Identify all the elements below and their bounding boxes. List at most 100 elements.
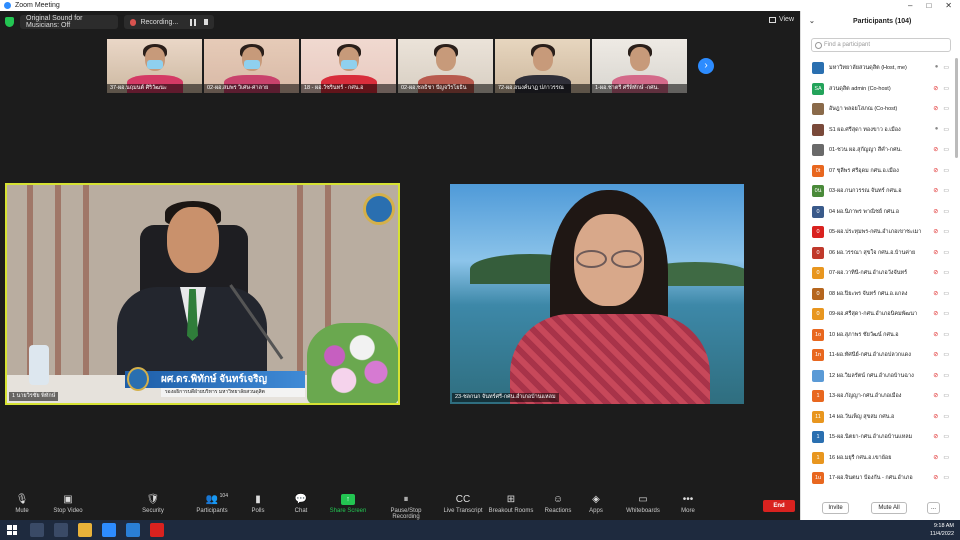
participant-row[interactable]: 1o 10 ผอ.สุภาพร ชัยวัฒน์ กศน.อ ⊘ ▭ <box>801 325 960 346</box>
task-view-icon[interactable] <box>54 523 68 537</box>
participant-row[interactable]: 1n 11-ผอ.ทัศนีย์-กศน.อำเภอปลวกแดง ⊘ ▭ <box>801 345 960 366</box>
invite-button[interactable]: Invite <box>822 502 849 514</box>
windows-start-icon[interactable] <box>7 525 17 535</box>
mic-muted-icon[interactable]: ⊘ <box>933 146 938 153</box>
participant-row[interactable]: 0t 07 ชุลีพร ศรีอุดม กศน.อ.เมือง ⊘ ▭ <box>801 161 960 182</box>
mic-muted-icon[interactable]: ⊘ <box>933 249 938 256</box>
more-button[interactable]: ••• More <box>658 494 718 514</box>
more-options-button[interactable]: ... <box>927 502 940 514</box>
video-icon[interactable]: ▭ <box>943 351 949 358</box>
participant-name: 15-ผอ.นิตยา-กศน.อำเภอบ้านแหลม <box>829 434 913 441</box>
video-icon[interactable]: ▭ <box>943 269 949 276</box>
participant-row[interactable]: 1 15-ผอ.นิตยา-กศน.อำเภอบ้านแหลม ⊘ ▭ <box>801 427 960 448</box>
video-icon[interactable]: ▭ <box>943 146 949 153</box>
maximize-button[interactable]: □ <box>926 1 931 10</box>
video-icon[interactable]: ▭ <box>943 228 949 235</box>
active-speaker-video[interactable]: ผศ.ดร.พิทักษ์ จันทร์เจริญ รองอธิการบดีฝ่… <box>5 183 400 405</box>
mic-muted-icon[interactable]: ⊘ <box>933 228 938 235</box>
video-icon[interactable]: ▭ <box>943 433 949 440</box>
participant-row[interactable]: 0 06 ผอ.วรรณา สุขใจ กศน.อ.บ้านค่าย ⊘ ▭ <box>801 243 960 264</box>
participant-row[interactable]: มหาวิทยาลัยสวนดุสิต (Host, me) ● ▭ <box>801 58 960 79</box>
mic-muted-icon[interactable]: ⊘ <box>933 269 938 276</box>
mic-muted-icon[interactable]: ⊘ <box>933 208 938 215</box>
panel-scrollbar[interactable] <box>955 58 958 158</box>
search-taskbar-icon[interactable] <box>30 523 44 537</box>
pdf-taskbar-icon[interactable] <box>150 523 164 537</box>
video-icon[interactable]: ▭ <box>943 310 949 317</box>
participant-row[interactable]: 01-ชวน ผอ.สุกัญญา สีคำ-กศน. ⊘ ▭ <box>801 140 960 161</box>
video-icon[interactable]: ▭ <box>943 187 949 194</box>
video-icon[interactable]: ▭ <box>943 372 949 379</box>
video-icon[interactable]: ▭ <box>943 454 949 461</box>
participant-search-input[interactable]: Find a participant <box>811 38 951 52</box>
original-sound-toggle[interactable]: Original Sound for Musicians: Off <box>20 15 118 29</box>
mic-muted-icon[interactable]: ⊘ <box>933 474 938 481</box>
participant-row[interactable]: SA สวนดุสิต admin (Co-host) ⊘ ▭ <box>801 79 960 100</box>
video-icon[interactable]: ▭ <box>943 249 949 256</box>
participant-row[interactable]: 12 ผอ.วิมลรัตน์ กศน.อำเภอบ้านฉาง ⊘ ▭ <box>801 366 960 387</box>
minimize-button[interactable]: – <box>908 1 912 10</box>
mic-muted-icon[interactable]: ⊘ <box>933 433 938 440</box>
file-explorer-icon[interactable] <box>78 523 92 537</box>
mute-all-button[interactable]: Mute All <box>871 502 907 514</box>
view-button[interactable]: View <box>768 16 794 23</box>
mic-muted-icon[interactable]: ⊘ <box>933 187 938 194</box>
participant-thumbnail[interactable]: 72-ผอ.อนงค์นาฏ ปภาวรรณ <box>495 39 590 93</box>
next-page-arrow-icon[interactable]: › <box>698 58 714 74</box>
mic-muted-icon[interactable]: ⊘ <box>933 372 938 379</box>
mic-muted-icon[interactable]: ⊘ <box>933 290 938 297</box>
participant-row[interactable]: 1 13-ผอ.กัญญา-กศน.อำเภอเมือง ⊘ ▭ <box>801 386 960 407</box>
video-icon[interactable]: ▭ <box>943 64 949 71</box>
participant-row[interactable]: 0 08 ผอ.ปิยะพร จันทร์ กศน.อ.แกลง ⊘ ▭ <box>801 284 960 305</box>
security-button[interactable]: 🛡 Security <box>123 494 183 514</box>
participant-row[interactable]: 0 07-ผอ.วาทินี-กศน.อำเภอวังจันทร์ ⊘ ▭ <box>801 263 960 284</box>
participant-thumbnail[interactable]: 37-ผอ.นฤมนต์ ศิริวัฒนะ <box>107 39 202 93</box>
participant-row[interactable]: 11 14 ผอ.วันเพ็ญ สุขสม กศน.อ ⊘ ▭ <box>801 407 960 428</box>
stop-recording-icon[interactable] <box>203 19 208 25</box>
participant-thumbnail[interactable]: 02-ผอ.สมพร วิเศษ-ศาลาย <box>204 39 299 93</box>
mic-muted-icon[interactable]: ⊘ <box>933 167 938 174</box>
participant-video[interactable]: 23-ชลกนก จันทร์ศรี-กศน.อำเภอบ้านแหลม <box>450 184 744 404</box>
video-icon[interactable]: ▭ <box>943 167 949 174</box>
participant-thumbnail[interactable]: 18 - ผอ.วัชรินทร์ - กศน.อ <box>301 39 396 93</box>
security-shield-icon[interactable] <box>5 17 14 27</box>
collapse-chevron-icon[interactable]: ⌄ <box>809 17 815 25</box>
video-icon[interactable]: ▭ <box>943 105 949 112</box>
participant-thumbnail[interactable]: 1-ผอ.ชาตรี ศรีพิทักษ์ -กศน. <box>592 39 687 93</box>
zoom-taskbar-icon[interactable] <box>102 523 116 537</box>
mic-icon[interactable]: ● <box>935 64 939 71</box>
participant-row[interactable]: 1 16 ผอ.มยุรี กศน.อ.เขาย้อย ⊘ ▭ <box>801 448 960 469</box>
mic-muted-icon[interactable]: ⊘ <box>933 454 938 461</box>
mic-icon[interactable]: ● <box>935 126 939 133</box>
participant-row[interactable]: อัษฎา พลอยโสภณ (Co-host) ⊘ ▭ <box>801 99 960 120</box>
mic-muted-icon[interactable]: ⊘ <box>933 85 938 92</box>
participant-row[interactable]: 0น 03-ผอ.กนกวรรณ จันทร์ กศน.อ ⊘ ▭ <box>801 181 960 202</box>
mic-muted-icon[interactable]: ⊘ <box>933 310 938 317</box>
video-icon[interactable]: ▭ <box>943 331 949 338</box>
end-meeting-button[interactable]: End <box>763 500 795 512</box>
video-icon[interactable]: ▭ <box>943 85 949 92</box>
pause-stop-recording-button[interactable]: ⏸ Pause/Stop Recording <box>376 494 436 520</box>
participant-row[interactable]: S1 ผอ.ศรีสุดา ทองขาว อ.เมือง ● ▭ <box>801 120 960 141</box>
video-icon[interactable]: ▭ <box>943 413 949 420</box>
participant-row[interactable]: 0 09-ผอ.ศรีสุดา-กศน.อำเภอนิคมพัฒนา ⊘ ▭ <box>801 304 960 325</box>
mic-muted-icon[interactable]: ⊘ <box>933 413 938 420</box>
video-icon[interactable]: ▭ <box>943 208 949 215</box>
stop-video-button[interactable]: ▣ Stop Video <box>38 494 98 514</box>
pause-recording-icon[interactable] <box>190 18 196 26</box>
participant-row[interactable]: 0 04 ผอ.นิภาพร พาณิชย์ กศน.อ ⊘ ▭ <box>801 202 960 223</box>
video-icon[interactable]: ▭ <box>943 290 949 297</box>
video-icon[interactable]: ▭ <box>943 392 949 399</box>
mic-muted-icon[interactable]: ⊘ <box>933 351 938 358</box>
participant-row[interactable]: 1u 17-ผอ.จินตนา ป้องกัน - กศน.อำเภอ ⊘ ▭ <box>801 468 960 489</box>
video-icon[interactable]: ▭ <box>943 474 949 481</box>
mic-muted-icon[interactable]: ⊘ <box>933 331 938 338</box>
participant-row[interactable]: 0 05-ผอ.ประทุมพร-กศน.อำเภอเขาชะเมา ⊘ ▭ <box>801 222 960 243</box>
video-icon[interactable]: ▭ <box>943 126 949 133</box>
close-button[interactable]: ✕ <box>945 1 952 10</box>
mic-muted-icon[interactable]: ⊘ <box>933 105 938 112</box>
participant-thumbnail[interactable]: 02-ผอ.ชลธิชา ปัญจวีรโยธิน <box>398 39 493 93</box>
mic-muted-icon[interactable]: ⊘ <box>933 392 938 399</box>
share-screen-button[interactable]: ↑ Share Screen <box>318 494 378 514</box>
app-taskbar-icon[interactable] <box>126 523 140 537</box>
